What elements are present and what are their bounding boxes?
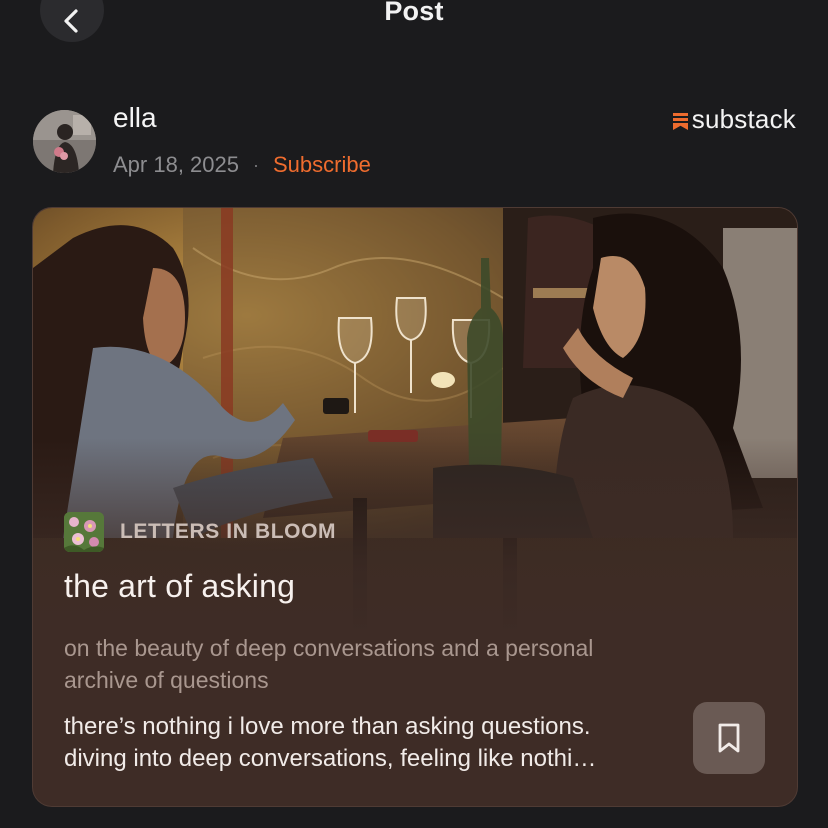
substack-brand[interactable]: substack (672, 104, 796, 135)
substack-wordmark: substack (691, 104, 796, 134)
post-date: Apr 18, 2025 (113, 152, 239, 177)
flower-thumbnail-icon (64, 512, 104, 552)
page-title: Post (384, 0, 444, 26)
post-meta: Apr 18, 2025 · Subscribe (113, 152, 371, 178)
avatar[interactable] (33, 110, 96, 173)
subscribe-button[interactable]: Subscribe (273, 152, 371, 178)
substack-logo-icon (672, 113, 688, 130)
post-subtitle: on the beauty of deep conversations and … (64, 635, 594, 693)
avatar-image (33, 110, 96, 173)
meta-separator: · (252, 154, 259, 175)
post-title: the art of asking (64, 568, 296, 604)
author-name[interactable]: ella (113, 102, 157, 134)
bookmark-button[interactable] (693, 702, 765, 774)
post-page: Post ella Apr 18, 2025 · Subscribe subst… (0, 0, 828, 828)
post-excerpt: there’s nothing i love more than asking … (64, 711, 674, 775)
publication-name: LETTERS IN BLOOM (120, 520, 337, 543)
bookmark-icon (718, 723, 740, 753)
excerpt-line: there’s nothing i love more than asking … (64, 713, 591, 740)
excerpt-line: diving into deep conversations, feeling … (64, 745, 597, 772)
post-card[interactable]: LETTERS IN BLOOM the art of asking on th… (32, 207, 798, 807)
publication-row[interactable]: LETTERS IN BLOOM (64, 512, 336, 552)
